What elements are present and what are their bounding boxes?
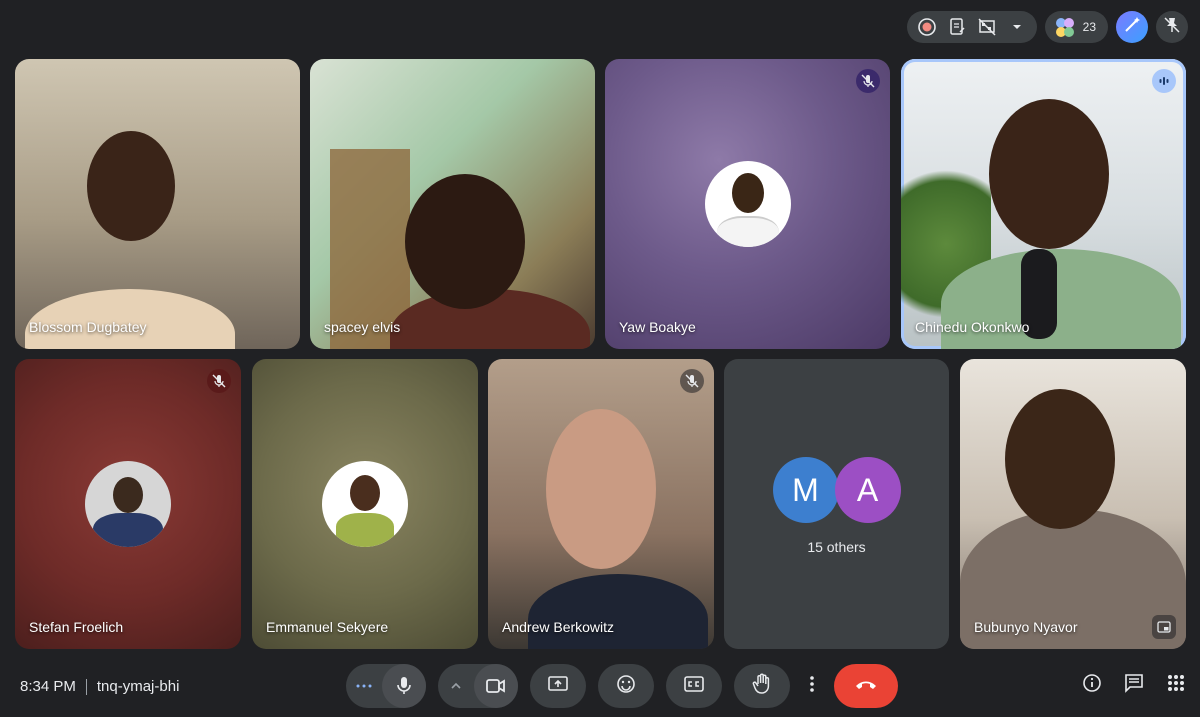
others-avatars: M A [772,457,901,523]
participant-tile-blossom[interactable]: Blossom Dugbatey [15,59,300,349]
participant-tile-andrew[interactable]: Andrew Berkowitz [488,359,714,649]
raise-hand-button[interactable] [734,664,790,708]
mic-off-icon [856,69,880,93]
no-present-icon[interactable] [975,15,999,39]
more-vert-icon [810,675,814,697]
avatar-letter: M [772,457,839,523]
bottom-control-bar: 8:34 PM tnq-ymaj-bhi [0,659,1200,717]
present-icon [548,675,568,698]
participant-face [87,131,175,241]
present-screen-button[interactable] [530,664,586,708]
leave-call-button[interactable] [834,664,898,708]
more-options-button[interactable] [802,664,822,708]
participant-tile-emmanuel[interactable]: Emmanuel Sekyere [252,359,478,649]
participant-tile-chinedu[interactable]: Chinedu Okonkwo [901,59,1186,349]
participant-name: Chinedu Okonkwo [915,319,1030,335]
participant-name: Blossom Dugbatey [29,319,147,335]
activities-icon[interactable] [1164,671,1188,695]
participant-tile-yaw[interactable]: Yaw Boakye [605,59,890,349]
microphone-button[interactable] [346,664,426,708]
participant-face [989,99,1109,249]
participant-tile-bubunyo[interactable]: Bubunyo Nyavor [960,359,1186,649]
avatar [322,461,408,547]
participant-name: Andrew Berkowitz [502,619,615,635]
mic-off-icon [680,369,704,393]
reactions-button[interactable] [598,664,654,708]
participant-name: Stefan Froelich [29,619,124,635]
meeting-code[interactable]: tnq-ymaj-bhi [97,678,180,695]
participant-name: spacey elvis [324,319,401,335]
participant-name: Yaw Boakye [619,319,696,335]
participants-button[interactable]: 23 [1044,11,1108,43]
others-tile[interactable]: M A 15 others [724,359,949,649]
record-icon[interactable] [915,15,939,39]
divider [85,678,87,695]
participant-tile-spacey[interactable]: spacey elvis [310,59,595,349]
avatar-letter: A [834,457,901,523]
participant-name: Emmanuel Sekyere [266,619,389,635]
pin-off-icon [1163,16,1181,39]
hang-up-icon [854,677,878,695]
camera-button[interactable] [438,664,518,708]
camera-icon[interactable] [474,664,518,708]
participant-face [546,409,656,569]
more-audio-options-icon[interactable] [346,664,382,708]
participant-face [1005,389,1115,529]
chevron-up-icon[interactable] [438,664,474,708]
ai-sparkle-icon [1123,16,1141,39]
unpin-button[interactable] [1156,11,1188,43]
meeting-info: 8:34 PM tnq-ymaj-bhi [20,678,179,695]
participant-tile-stefan[interactable]: Stefan Froelich [15,359,241,649]
others-count-label: 15 others [807,539,866,555]
participant-count: 23 [1082,20,1096,34]
current-time: 8:34 PM [20,678,76,695]
chevron-down-icon[interactable] [1005,15,1029,39]
participants-icon [1053,15,1077,39]
participant-video [528,574,708,649]
avatar [85,461,171,547]
hand-icon [752,673,772,700]
speaking-indicator-icon [1152,69,1176,93]
avatar [705,161,791,247]
ai-companion-button[interactable] [1116,11,1148,43]
participant-face [405,174,525,309]
captions-icon [684,675,704,697]
top-status-bar: 23 [906,10,1188,44]
info-icon[interactable] [1080,671,1104,695]
picture-in-picture-icon[interactable] [1152,615,1176,639]
recording-controls[interactable] [906,11,1037,43]
call-controls [346,664,898,708]
captions-button[interactable] [666,664,722,708]
meeting-tools [1080,671,1188,695]
mic-icon[interactable] [382,664,426,708]
mic-off-icon [207,369,231,393]
chat-icon[interactable] [1122,671,1146,695]
participant-name: Bubunyo Nyavor [974,619,1078,635]
notes-icon[interactable] [945,15,969,39]
emoji-icon [616,674,636,699]
